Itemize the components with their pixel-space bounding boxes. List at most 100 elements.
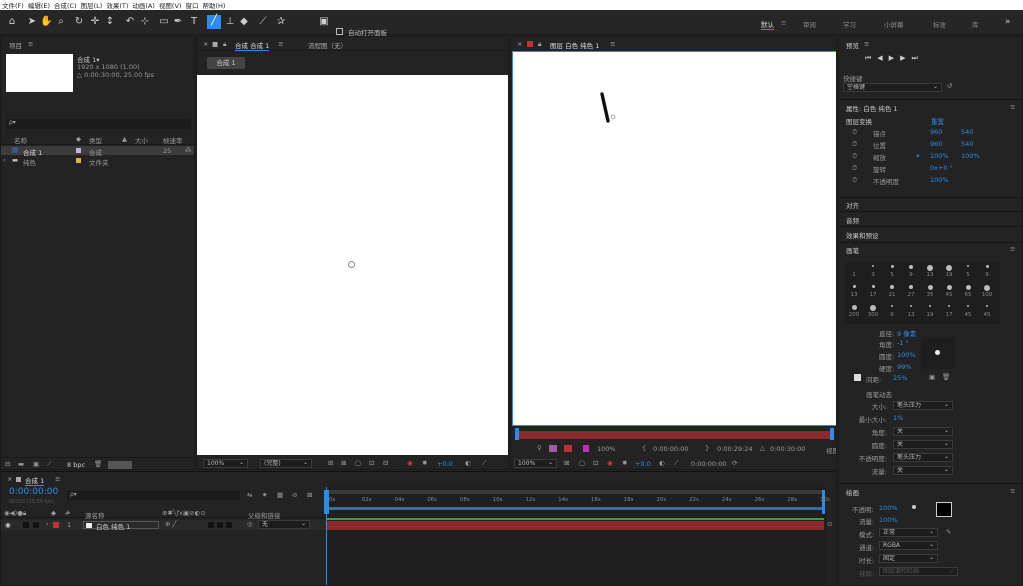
- stopwatch-icon[interactable]: ⏱︎: [852, 152, 857, 161]
- label-swatch[interactable]: [76, 158, 81, 163]
- paint-opacity-value[interactable]: 100%: [879, 504, 898, 512]
- exposure-value[interactable]: +0.0: [635, 460, 651, 468]
- menu-icon[interactable]: [16, 477, 21, 482]
- menu-edit[interactable]: 编辑(E): [26, 0, 52, 10]
- spacing-checkbox[interactable]: [854, 374, 861, 381]
- flowchart-tab[interactable]: 流程图（无）: [308, 40, 347, 50]
- dynamics-select[interactable]: 笔头压力: [893, 401, 953, 410]
- brush-preset[interactable]: 35: [922, 285, 938, 298]
- lock-icon[interactable]: 🔒︎: [223, 40, 226, 49]
- shy-icon[interactable]: ✷: [262, 491, 267, 499]
- motion-blur-icon[interactable]: ⊘: [292, 491, 297, 499]
- align-section[interactable]: 对齐: [846, 200, 859, 210]
- brush-preset[interactable]: 27: [903, 285, 919, 298]
- prop-value-2[interactable]: 100%: [961, 152, 980, 160]
- current-time[interactable]: 0:00:00:00: [691, 460, 727, 468]
- delete-brush-icon[interactable]: 🗑︎: [942, 373, 950, 381]
- dolly-tool-icon[interactable]: ↕: [104, 16, 116, 28]
- color-manage-icon[interactable]: ◉: [407, 459, 413, 467]
- fit-icon[interactable]: ⊠: [564, 459, 569, 467]
- eyedropper-icon[interactable]: ✎: [946, 528, 951, 536]
- new-folder-icon[interactable]: ▬: [18, 460, 24, 468]
- brush-preset[interactable]: 13: [846, 285, 862, 298]
- project-search-input[interactable]: ρ▾: [6, 119, 191, 129]
- panel-menu-icon[interactable]: ≡: [1010, 245, 1015, 253]
- exposure-value[interactable]: +0.0: [437, 460, 453, 468]
- brush-preset[interactable]: 13: [922, 265, 938, 278]
- lock-icon[interactable]: 🔒︎: [538, 40, 541, 49]
- mode-select[interactable]: 正常: [879, 528, 938, 537]
- comp-zoom-select[interactable]: 100%: [203, 459, 248, 468]
- col-type[interactable]: 类型: [89, 135, 102, 145]
- brush-preset[interactable]: 17: [941, 305, 957, 318]
- auto-open-checkbox[interactable]: [336, 28, 343, 35]
- col-name[interactable]: 名称: [14, 135, 27, 145]
- timecode[interactable]: 0:00:00:00: [9, 487, 58, 497]
- new-brush-icon[interactable]: ▣: [929, 373, 935, 381]
- dynamics-select[interactable]: 关: [893, 427, 953, 436]
- new-comp-icon[interactable]: ▣: [33, 460, 39, 468]
- prop-value-1[interactable]: 100%: [930, 152, 949, 160]
- dynamics-select[interactable]: 关: [893, 466, 953, 475]
- stopwatch-icon[interactable]: ⏱︎: [852, 176, 857, 185]
- prop-value-2[interactable]: 540: [961, 140, 973, 148]
- comp-breadcrumb[interactable]: 合成 1: [207, 57, 245, 69]
- clone-stamp-tool-icon[interactable]: ⊥: [224, 16, 236, 28]
- visibility-eye-icon[interactable]: ◉: [5, 521, 11, 529]
- brush-preset[interactable]: 3: [865, 265, 881, 278]
- stopwatch-icon[interactable]: ⏱︎: [852, 164, 857, 173]
- panel-menu-icon[interactable]: ≡: [864, 40, 869, 48]
- snapshot-icon[interactable]: ◐: [465, 459, 471, 467]
- label-swatch[interactable]: [76, 148, 81, 153]
- project-row-folder[interactable]: › ▬ 纯色 文件夹: [1, 156, 194, 167]
- reset-icon[interactable]: ↺: [947, 82, 952, 90]
- prop-value-1[interactable]: 960: [930, 140, 942, 148]
- comp-resolution-select[interactable]: (完整): [260, 459, 312, 468]
- switch-box[interactable]: [226, 522, 232, 528]
- expand-arrow-icon[interactable]: ›: [46, 520, 49, 528]
- fast-preview-icon[interactable]: ⊞: [328, 459, 333, 467]
- draft-3d-icon[interactable]: ⇆: [247, 491, 252, 499]
- panel-menu-icon[interactable]: ≡: [610, 40, 615, 48]
- workspace-menu-icon[interactable]: ≡: [781, 19, 786, 27]
- project-row-comp[interactable]: ▤ 合成 1 合成 25 ⁂: [1, 146, 194, 157]
- puppet-tool-icon[interactable]: ✰: [275, 16, 287, 28]
- layer-range-bar[interactable]: [515, 431, 834, 439]
- angle-value[interactable]: -1 °: [897, 339, 909, 347]
- interpret-footage-icon[interactable]: ⊟: [5, 460, 10, 468]
- col-rate[interactable]: 帧速率: [163, 135, 183, 145]
- brush-preset[interactable]: 65: [960, 285, 976, 298]
- menu-icon[interactable]: ■: [212, 40, 218, 48]
- layer-canvas[interactable]: [512, 51, 836, 426]
- mask-icon[interactable]: ▢: [355, 459, 361, 467]
- link-icon[interactable]: ⚭: [915, 152, 920, 160]
- graph-editor-icon[interactable]: ⊠: [307, 491, 312, 499]
- brush-preset[interactable]: 100: [979, 285, 995, 298]
- close-tab-icon[interactable]: ×: [203, 40, 208, 48]
- menu-layer[interactable]: 图层(L): [79, 0, 105, 10]
- in-time[interactable]: 0:00:00:00: [653, 445, 689, 453]
- in-point-handle[interactable]: [515, 428, 519, 440]
- orbit-tool-icon[interactable]: ↻: [73, 16, 85, 28]
- preview-transport[interactable]: ⏮◀▶▶⏭: [865, 54, 924, 63]
- run-icon[interactable]: ⚲: [537, 444, 542, 452]
- reset-link[interactable]: 重置: [931, 116, 944, 126]
- roundness-value[interactable]: 100%: [897, 351, 916, 359]
- stopwatch-icon[interactable]: ⏱︎: [852, 140, 857, 149]
- settings-icon[interactable]: ✹: [422, 459, 427, 467]
- rotate-tool-icon[interactable]: ↶: [124, 16, 136, 28]
- brush-preset[interactable]: 9: [903, 265, 919, 278]
- pick-whip-icon[interactable]: ◎: [247, 520, 253, 528]
- label-swatch[interactable]: [53, 522, 59, 528]
- layer-zoom-select[interactable]: 100%: [514, 459, 557, 468]
- loop-icon[interactable]: ⟳: [732, 459, 737, 467]
- brush-preset[interactable]: 45: [960, 305, 976, 318]
- diameter-value[interactable]: 9 像素: [897, 328, 916, 338]
- delete-icon[interactable]: 🗑︎: [94, 460, 102, 468]
- bpc-button[interactable]: 8 bpc: [67, 461, 85, 469]
- menu-view[interactable]: 视图(V): [157, 0, 184, 10]
- dynamics-value[interactable]: 1%: [893, 414, 903, 422]
- brush-preset[interactable]: 200: [846, 305, 862, 318]
- panel-menu-icon[interactable]: ≡: [1010, 103, 1015, 111]
- menu-animation[interactable]: 动画(A): [130, 0, 157, 10]
